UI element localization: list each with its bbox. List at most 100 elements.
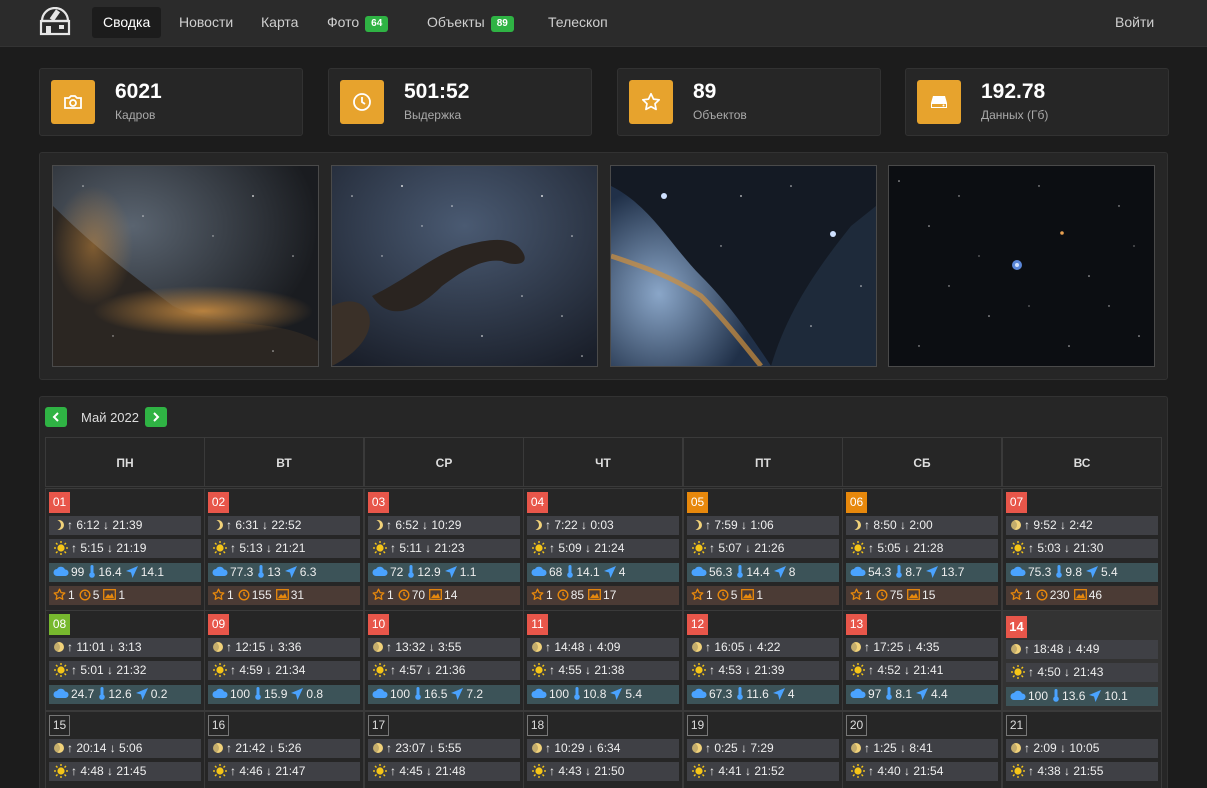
nebula-photo-cygnus-wall[interactable] bbox=[52, 165, 319, 367]
calendar-day-cell[interactable]: 08 ↑ 11:01 ↓ 3:13 ↑ 5:01 ↓ 21:32 24.7 12.6 0.… bbox=[45, 610, 205, 711]
moon-times: ↑ 6:52 ↓ 10:29 bbox=[386, 518, 462, 532]
sun-row: ↑ 4:46 ↓ 21:47 bbox=[208, 762, 360, 781]
calendar-day-cell[interactable]: 16 ↑ 21:42 ↓ 5:26 ↑ 4:46 ↓ 21:47 bbox=[204, 711, 364, 788]
moon-times: ↑ 1:25 ↓ 8:41 bbox=[864, 741, 933, 755]
wind-icon bbox=[281, 565, 300, 579]
sun-icon bbox=[1006, 540, 1028, 555]
calendar-day-cell[interactable]: 14 ↑ 18:48 ↓ 4:49 ↑ 4:50 ↓ 21:43 100 13.6 10.… bbox=[1002, 610, 1162, 711]
sun-icon bbox=[208, 763, 230, 778]
calendar-day-cell[interactable]: 04 ↑ 7:22 ↓ 0:03 ↑ 5:09 ↓ 21:24 68 14.1 4 1 85 1… bbox=[523, 488, 683, 611]
calendar-day-cell[interactable]: 07 ↑ 9:52 ↓ 2:42 ↑ 5:03 ↓ 21:30 75.3 9.8 5.4 1… bbox=[1002, 488, 1162, 611]
nav-tab-photo[interactable]: Фото 64 bbox=[316, 7, 399, 38]
weather-row: 68 14.1 4 bbox=[527, 563, 679, 582]
cloud-value: 77.3 bbox=[230, 565, 254, 579]
moon-phase-icon bbox=[49, 640, 67, 654]
moon-row: ↑ 18:48 ↓ 4:49 bbox=[1006, 640, 1158, 659]
sun-icon bbox=[846, 540, 868, 555]
moon-phase-icon bbox=[208, 741, 226, 755]
sun-icon bbox=[49, 540, 71, 555]
wind-value: 10.1 bbox=[1104, 689, 1128, 703]
nav-tab-objects[interactable]: Объекты 89 bbox=[416, 7, 525, 38]
moon-row: ↑ 14:48 ↓ 4:09 bbox=[527, 638, 679, 657]
calendar-day-cell[interactable]: 06 ↑ 8:50 ↓ 2:00 ↑ 5:05 ↓ 21:28 54.3 8.7 13.7… bbox=[842, 488, 1002, 611]
weekday-header: ПН bbox=[45, 437, 205, 487]
observatory-logo-icon[interactable] bbox=[38, 6, 72, 37]
sun-icon bbox=[846, 662, 868, 677]
sun-times: ↑ 5:03 ↓ 21:30 bbox=[1028, 541, 1104, 555]
day-number: 15 bbox=[49, 715, 70, 736]
moon-times: ↑ 12:15 ↓ 3:36 bbox=[226, 640, 302, 654]
weather-row: 56.3 14.4 8 bbox=[687, 563, 839, 582]
temperature-value: 10.8 bbox=[583, 687, 607, 701]
temperature-value: 12.9 bbox=[417, 565, 441, 579]
login-link[interactable]: Войти bbox=[1104, 7, 1165, 38]
calendar-day-cell[interactable]: 11 ↑ 14:48 ↓ 4:09 ↑ 4:55 ↓ 21:38 100 10.8 5.4 bbox=[523, 610, 683, 711]
calendar-day-cell[interactable]: 21 ↑ 2:09 ↓ 10:05 ↑ 4:38 ↓ 21:55 bbox=[1002, 711, 1162, 788]
sun-row: ↑ 5:01 ↓ 21:32 bbox=[49, 661, 201, 680]
cloud-icon bbox=[208, 565, 230, 579]
calendar-day-cell[interactable]: 01 ↑ 6:12 ↓ 21:39 ↑ 5:15 ↓ 21:19 99 16.4 14.1… bbox=[45, 488, 205, 611]
calendar-day-cell[interactable]: 03 ↑ 6:52 ↓ 10:29 ↑ 5:11 ↓ 21:23 72 12.9 1.1 1… bbox=[364, 488, 524, 611]
stat-label: Объектов bbox=[693, 108, 747, 122]
sun-times: ↑ 5:05 ↓ 21:28 bbox=[868, 541, 944, 555]
weather-row: 99 16.4 14.1 bbox=[49, 563, 201, 582]
calendar-day-cell[interactable]: 13 ↑ 17:25 ↓ 4:35 ↑ 4:52 ↓ 21:41 97 8.1 4.4 bbox=[842, 610, 1002, 711]
wind-value: 8 bbox=[788, 565, 796, 579]
weather-row: 100 16.5 7.2 bbox=[368, 685, 520, 704]
thermometer-icon bbox=[1048, 689, 1062, 703]
objects-value: 1 bbox=[865, 588, 872, 602]
day-number: 02 bbox=[208, 492, 229, 513]
day-number: 19 bbox=[687, 715, 708, 736]
nav-tab-news[interactable]: Новости bbox=[168, 7, 244, 38]
calendar-day-cell[interactable]: 19 ↑ 0:25 ↓ 7:29 ↑ 4:41 ↓ 21:52 bbox=[683, 711, 843, 788]
cloud-value: 75.3 bbox=[1028, 565, 1052, 579]
moon-phase-icon bbox=[49, 741, 67, 755]
weather-row: 97 8.1 4.4 bbox=[846, 685, 998, 704]
cloud-value: 100 bbox=[1028, 689, 1049, 703]
wind-icon bbox=[1085, 689, 1104, 703]
calendar-day-cell[interactable]: 12 ↑ 16:05 ↓ 4:22 ↑ 4:53 ↓ 21:39 67.3 11.6 4 bbox=[683, 610, 843, 711]
hdd-icon bbox=[917, 80, 961, 124]
nav-tab-map[interactable]: Карта bbox=[250, 7, 309, 38]
calendar-day-cell[interactable]: 17 ↑ 23:07 ↓ 5:55 ↑ 4:45 ↓ 21:48 bbox=[364, 711, 524, 788]
nebula-photo-elephant-trunk[interactable] bbox=[331, 165, 598, 367]
wind-value: 4.4 bbox=[931, 687, 948, 701]
day-number: 10 bbox=[368, 614, 389, 635]
day-number: 03 bbox=[368, 492, 389, 513]
prev-month-button[interactable] bbox=[45, 407, 67, 427]
temperature-value: 16.4 bbox=[98, 565, 122, 579]
calendar-day-cell[interactable]: 05 ↑ 7:59 ↓ 1:06 ↑ 5:07 ↓ 21:26 56.3 14.4 8 1 5… bbox=[683, 488, 843, 611]
sun-times: ↑ 5:15 ↓ 21:19 bbox=[71, 541, 147, 555]
nav-tab-telescope[interactable]: Телескоп bbox=[537, 7, 619, 38]
wind-value: 5.4 bbox=[1101, 565, 1118, 579]
next-month-button[interactable] bbox=[145, 407, 167, 427]
cloud-icon bbox=[208, 687, 230, 701]
nav-tab-summary[interactable]: Сводка bbox=[92, 7, 162, 38]
weather-row: 72 12.9 1.1 bbox=[368, 563, 520, 582]
calendar-day-cell[interactable]: 18 ↑ 10:29 ↓ 6:34 ↑ 4:43 ↓ 21:50 bbox=[523, 711, 683, 788]
calendar-day-cell[interactable]: 20 ↑ 1:25 ↓ 8:41 ↑ 4:40 ↓ 21:54 bbox=[842, 711, 1002, 788]
day-number: 04 bbox=[527, 492, 548, 513]
nebula-photo-pelican[interactable] bbox=[610, 165, 877, 367]
stat-value: 6021 bbox=[115, 80, 162, 103]
clock-icon bbox=[1032, 588, 1050, 602]
sun-times: ↑ 5:11 ↓ 21:23 bbox=[390, 541, 465, 555]
day-number: 17 bbox=[368, 715, 389, 736]
stat-value: 501:52 bbox=[404, 80, 470, 103]
nebula-photo-starfield[interactable] bbox=[888, 165, 1155, 367]
calendar-month-label: Май 2022 bbox=[81, 410, 139, 425]
moon-phase-icon bbox=[687, 741, 705, 755]
calendar-day-cell[interactable]: 09 ↑ 12:15 ↓ 3:36 ↑ 4:59 ↓ 21:34 100 15.9 0.8 bbox=[204, 610, 364, 711]
chevron-left-icon bbox=[52, 412, 59, 422]
calendar-day-cell[interactable]: 02 ↑ 6:31 ↓ 22:52 ↑ 5:13 ↓ 21:21 77.3 13 6.3 1… bbox=[204, 488, 364, 611]
cloud-value: 99 bbox=[71, 565, 85, 579]
moon-row: ↑ 23:07 ↓ 5:55 bbox=[368, 739, 520, 758]
temperature-value: 8.1 bbox=[895, 687, 913, 701]
session-stats-row: 1 230 46 bbox=[1006, 586, 1158, 605]
calendar-day-cell[interactable]: 10 ↑ 13:32 ↓ 3:55 ↑ 4:57 ↓ 21:36 100 16.5 7.2 bbox=[364, 610, 524, 711]
cloud-icon bbox=[687, 565, 709, 579]
calendar-day-cell[interactable]: 15 ↑ 20:14 ↓ 5:06 ↑ 4:48 ↓ 21:45 bbox=[45, 711, 205, 788]
thermometer-icon bbox=[403, 565, 417, 579]
thermometer-icon bbox=[84, 565, 98, 579]
sun-row: ↑ 5:07 ↓ 21:26 bbox=[687, 539, 839, 558]
